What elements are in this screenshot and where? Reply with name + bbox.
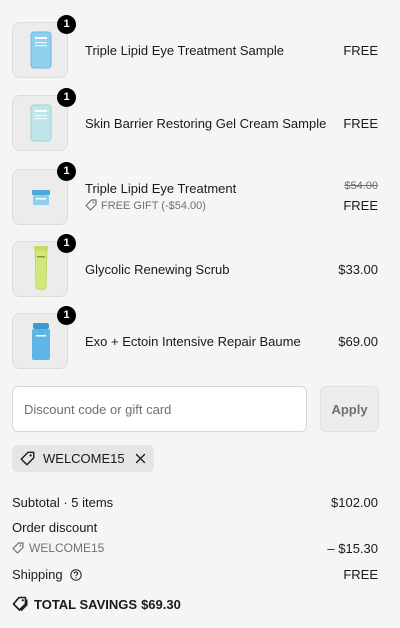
product-price: FREE — [343, 43, 378, 58]
scrub-tube-image — [34, 246, 48, 290]
quantity-badge: 1 — [57, 306, 76, 325]
close-icon[interactable] — [135, 453, 146, 464]
baume-stick-image — [32, 323, 50, 360]
eye-treatment-jar-image — [32, 190, 50, 205]
quantity-badge: 1 — [57, 15, 76, 34]
question-circle-icon[interactable] — [70, 569, 82, 581]
order-discount-code-text: WELCOME15 — [29, 541, 105, 555]
checkout-order-summary: 1 Triple Lipid Eye Treatment Sample FREE… — [0, 0, 400, 628]
sample-sachet-image — [30, 104, 52, 142]
shipping-value: FREE — [343, 567, 378, 582]
line-item: 1 Triple Lipid Eye Treatment FREE GIFT (… — [0, 162, 400, 226]
gift-label: FREE GIFT (-$54.00) — [85, 199, 206, 212]
order-discount-label: Order discount — [12, 520, 98, 535]
line-item: 1 Glycolic Renewing Scrub $33.00 — [0, 234, 400, 298]
tag-icon — [12, 542, 24, 554]
product-name: Glycolic Renewing Scrub — [85, 262, 230, 277]
product-price: $69.00 — [338, 334, 378, 349]
product-name: Exo + Ectoin Intensive Repair Baume — [85, 334, 301, 349]
quantity-badge: 1 — [57, 88, 76, 107]
product-price: $33.00 — [338, 262, 378, 277]
tag-icon — [85, 199, 97, 211]
subtotal-value: $102.00 — [331, 495, 378, 510]
line-item: 1 Skin Barrier Restoring Gel Cream Sampl… — [0, 88, 400, 152]
shipping-row-label: Shipping — [12, 567, 82, 582]
order-discount-code: WELCOME15 — [12, 541, 104, 555]
line-item: 1 Triple Lipid Eye Treatment Sample FREE — [0, 15, 400, 79]
sample-sachet-image — [30, 31, 52, 69]
product-price: FREE — [343, 116, 378, 131]
applied-discount-code: WELCOME15 — [43, 451, 125, 466]
subtotal-label: Subtotal · 5 items — [12, 495, 114, 510]
tag-icon — [20, 451, 35, 466]
applied-discount-chip: WELCOME15 — [12, 445, 154, 472]
line-item: 1 Exo + Ectoin Intensive Repair Baume $6… — [0, 306, 400, 370]
total-savings-label: TOTAL SAVINGS — [34, 597, 138, 612]
shipping-label: Shipping — [12, 567, 63, 582]
discount-code-input[interactable] — [12, 386, 307, 432]
total-savings: TOTAL SAVINGS $69.30 — [12, 596, 181, 612]
order-discount-value: – $15.30 — [327, 541, 378, 556]
product-name: Triple Lipid Eye Treatment Sample — [85, 43, 284, 58]
quantity-badge: 1 — [57, 234, 76, 253]
product-name: Triple Lipid Eye Treatment — [85, 181, 237, 196]
total-savings-value: $69.30 — [141, 597, 181, 612]
product-price: FREE — [343, 198, 378, 213]
original-price: $54.00 — [344, 180, 378, 192]
apply-discount-button[interactable]: Apply — [320, 386, 379, 432]
quantity-badge: 1 — [57, 162, 76, 181]
double-tag-icon — [12, 596, 28, 612]
gift-label-text: FREE GIFT (-$54.00) — [101, 200, 206, 212]
product-name: Skin Barrier Restoring Gel Cream Sample — [85, 116, 327, 131]
